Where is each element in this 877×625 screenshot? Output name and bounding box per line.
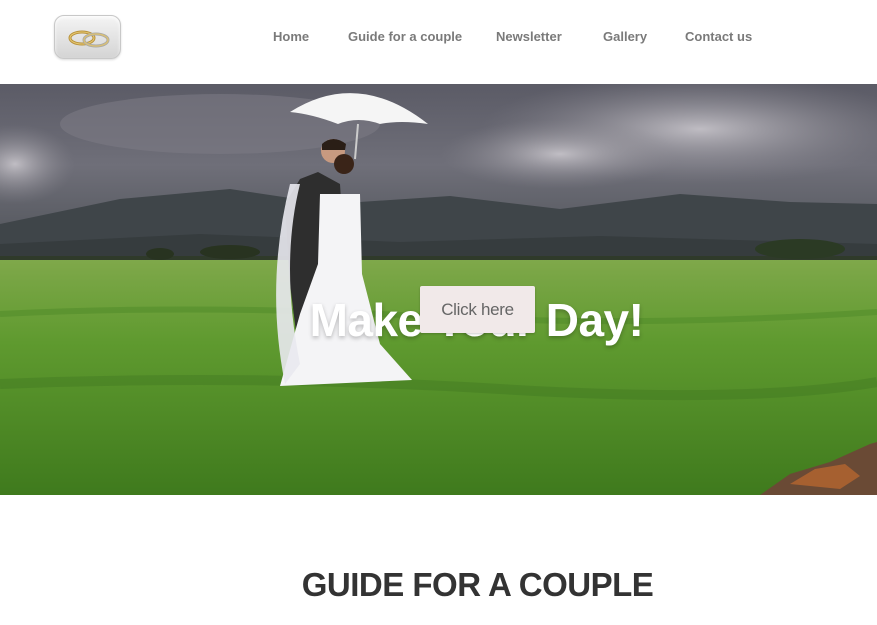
nav-item-newsletter[interactable]: Newsletter (496, 29, 562, 44)
nav-item-gallery[interactable]: Gallery (603, 29, 647, 44)
site-header: Home Guide for a couple Newsletter Galle… (0, 0, 877, 84)
hero-banner: Make Your Day! Click here (0, 84, 877, 495)
nav-item-home[interactable]: Home (273, 29, 309, 44)
page: Home Guide for a couple Newsletter Galle… (0, 0, 877, 625)
click-here-button[interactable]: Click here (420, 286, 535, 333)
click-here-button-label: Click here (441, 299, 514, 319)
nav-item-guide-for-a-couple[interactable]: Guide for a couple (348, 29, 462, 44)
site-logo[interactable] (54, 15, 121, 59)
wedding-rings-icon (68, 30, 110, 48)
guide-section-heading: GUIDE FOR A COUPLE (301, 566, 654, 603)
nav-item-contact-us[interactable]: Contact us (685, 29, 752, 44)
